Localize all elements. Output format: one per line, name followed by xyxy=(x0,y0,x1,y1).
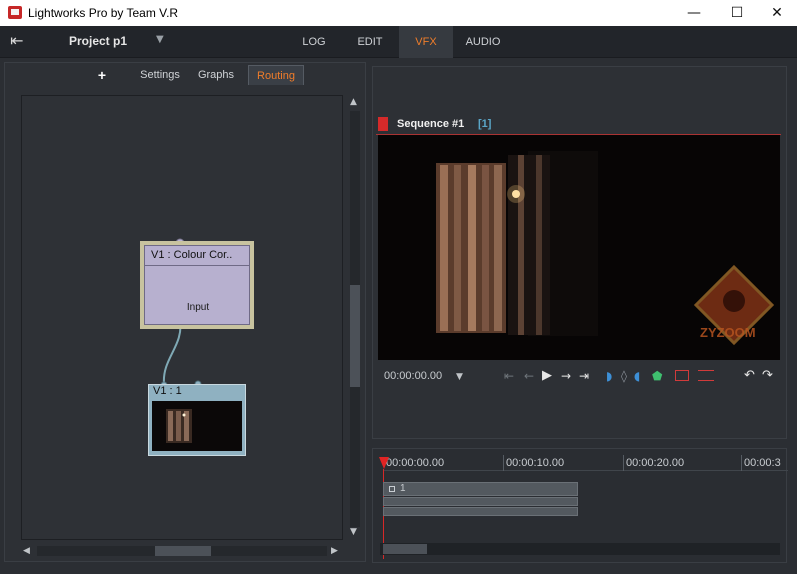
timeline-ruler[interactable]: 00:00:00.00 00:00:10.00 00:00:20.00 00:0… xyxy=(383,455,788,471)
mark-clear-icon[interactable]: ◊ xyxy=(621,369,627,383)
playhead-icon[interactable] xyxy=(379,457,389,469)
project-name[interactable]: Project p1 xyxy=(69,34,127,48)
play-icon[interactable]: ▶ xyxy=(542,368,552,383)
go-to-end-icon[interactable]: ⇥ xyxy=(579,369,589,383)
scroll-up-icon[interactable]: ▲ xyxy=(350,97,357,107)
scrollbar-thumb[interactable] xyxy=(350,285,360,387)
tab-graphs[interactable]: Graphs xyxy=(191,65,241,85)
node-input-label: Input xyxy=(186,302,210,313)
replace-icon[interactable] xyxy=(698,370,714,381)
tab-log[interactable]: LOG xyxy=(292,26,336,58)
sequence-flag-icon xyxy=(378,117,388,131)
track-icon xyxy=(389,486,395,492)
add-effect-button[interactable]: + xyxy=(91,65,113,85)
app-icon xyxy=(8,6,22,19)
node-title: V1 : 1 xyxy=(153,385,182,397)
window-title-bar: Lightworks Pro by Team V.R — ☐ ✕ xyxy=(0,0,797,26)
scroll-right-icon[interactable]: ▶ xyxy=(331,546,338,556)
scrollbar-thumb[interactable] xyxy=(155,546,211,556)
connection-wire xyxy=(162,319,182,385)
tab-vfx[interactable]: VFX xyxy=(399,26,453,58)
chevron-down-icon[interactable]: ▼ xyxy=(156,34,164,45)
close-button[interactable]: ✕ xyxy=(757,0,797,26)
video-preview[interactable]: ZYZOOM xyxy=(378,135,780,360)
sequence-title: Sequence #1 xyxy=(397,118,465,130)
tab-audio[interactable]: AUDIO xyxy=(458,26,508,58)
routing-canvas[interactable]: V1 : Colour Cor.. Input V1 : 1 xyxy=(21,95,343,540)
scroll-down-icon[interactable]: ▼ xyxy=(350,527,357,537)
ruler-label: 00:00:3 xyxy=(744,457,781,469)
marker-icon[interactable]: ⬟ xyxy=(652,369,662,383)
timeline-track[interactable] xyxy=(383,507,578,516)
node-thumbnail xyxy=(152,401,242,451)
node-title: V1 : Colour Cor.. xyxy=(145,246,249,266)
app-header: ⇤ Project p1 ▼ LOG EDIT VFX AUDIO xyxy=(0,26,797,58)
timeline-scrollbar[interactable] xyxy=(380,543,780,555)
sequence-index: [1] xyxy=(478,118,492,130)
tab-routing[interactable]: Routing xyxy=(248,65,304,85)
vfx-routing-panel: + Settings Graphs Routing V1 : Colour Co… xyxy=(4,62,366,562)
exit-icon[interactable]: ⇤ xyxy=(10,33,30,49)
scrollbar-thumb[interactable] xyxy=(383,544,427,554)
window-title: Lightworks Pro by Team V.R xyxy=(28,6,179,20)
ruler-label: 00:00:20.00 xyxy=(626,457,685,469)
ruler-label: 00:00:00.00 xyxy=(386,457,445,469)
vertical-scrollbar[interactable]: ▲ ▼ xyxy=(348,95,362,540)
timeline-track[interactable]: 1 xyxy=(383,482,578,496)
transport-controls: 00:00:00.00 ▼ ⇤ ← ▶ → ⇥ ◗ ◊ ◖ ⬟ ↶ ↷ xyxy=(378,362,780,390)
timeline-track[interactable] xyxy=(383,497,578,506)
step-back-icon[interactable]: ← xyxy=(524,369,534,383)
minimize-button[interactable]: — xyxy=(674,0,714,26)
horizontal-scrollbar[interactable]: ◀ ▶ xyxy=(21,544,343,558)
mark-out-icon[interactable]: ◖ xyxy=(634,369,640,383)
step-forward-icon[interactable]: → xyxy=(561,369,571,383)
scroll-left-icon[interactable]: ◀ xyxy=(23,546,30,556)
sequence-header: Sequence #1 [1] xyxy=(376,115,781,135)
redo-icon[interactable]: ↷ xyxy=(762,368,773,383)
tab-edit[interactable]: EDIT xyxy=(347,26,393,58)
ruler-label: 00:00:10.00 xyxy=(506,457,565,469)
chevron-down-icon[interactable]: ▼ xyxy=(456,372,463,382)
lift-icon[interactable] xyxy=(675,370,689,381)
go-to-start-icon[interactable]: ⇤ xyxy=(504,369,514,383)
track-label: 1 xyxy=(400,483,406,494)
watermark-text: ZYZOOM xyxy=(700,325,756,340)
undo-icon[interactable]: ↶ xyxy=(744,368,755,383)
timecode-display[interactable]: 00:00:00.00 xyxy=(384,370,442,382)
mark-in-icon[interactable]: ◗ xyxy=(606,369,612,383)
source-node[interactable]: V1 : 1 xyxy=(148,384,246,456)
maximize-button[interactable]: ☐ xyxy=(717,0,757,26)
colour-correction-node[interactable]: V1 : Colour Cor.. Input xyxy=(140,241,254,329)
tab-settings[interactable]: Settings xyxy=(133,65,187,85)
